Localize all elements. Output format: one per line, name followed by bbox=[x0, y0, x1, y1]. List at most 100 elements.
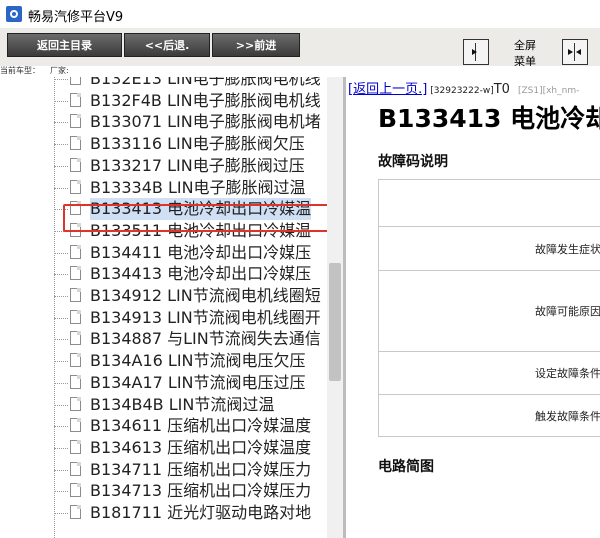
code-reference-secondary: [ZS1][xh_nm- bbox=[517, 86, 580, 96]
tree-connector bbox=[54, 100, 68, 102]
tree-connector bbox=[54, 187, 68, 189]
document-icon bbox=[70, 244, 81, 259]
tree-item-label: B134411 电池冷却出口冷媒压 bbox=[90, 242, 312, 262]
fault-row-set-condition: 设定故障条件 bbox=[378, 351, 600, 395]
tree-item-label: B181711 近光灯驱动电路对地 bbox=[90, 503, 312, 522]
tree-item-label: B133217 LIN电子膨胀阀过压 bbox=[90, 155, 305, 175]
tree-connector bbox=[54, 317, 68, 319]
tree-connector bbox=[54, 165, 68, 167]
document-icon bbox=[70, 461, 81, 476]
tree-item-label: B133071 LIN电子膨胀阀电机堵 bbox=[90, 112, 321, 132]
document-icon bbox=[70, 114, 81, 129]
fault-row-symptom: 故障发生症状 bbox=[378, 226, 600, 271]
tree-item-label: B134613 压缩机出口冷媒温度 bbox=[90, 437, 312, 457]
fault-row-blank bbox=[378, 179, 600, 227]
manufacturer-label: 厂家: bbox=[50, 66, 69, 75]
tree-item[interactable]: B134913 LIN节流阀电机线圈开 bbox=[54, 307, 343, 329]
tree-item-label: B134611 压缩机出口冷媒温度 bbox=[90, 416, 312, 436]
fault-code-tree[interactable]: B132E13 LIN电子膨胀阀电机线 B132F4B LIN电子膨胀阀电机线 B1… bbox=[0, 77, 343, 538]
document-icon bbox=[70, 374, 81, 389]
tree-item[interactable]: B181711 近光灯驱动电路对地 bbox=[54, 502, 343, 524]
toolbar: 返回主目录 <<后退. >>前进 全屏 菜单 bbox=[0, 28, 600, 68]
tree-item-label: B134912 LIN节流阀电机线圈短 bbox=[90, 286, 321, 305]
tree-item[interactable]: B132E13 LIN电子膨胀阀电机线 bbox=[54, 77, 343, 90]
tree-item[interactable]: B134912 LIN节流阀电机线圈短 bbox=[54, 285, 343, 307]
tree-item-label: B134711 压缩机出口冷媒压力 bbox=[90, 459, 312, 479]
tree-item-label: B132F4B LIN电子膨胀阀电机线 bbox=[90, 90, 321, 110]
tree-item[interactable]: B133217 LIN电子膨胀阀过压 bbox=[54, 155, 343, 177]
tree-item-label: B134A16 LIN节流阀电压欠压 bbox=[90, 351, 306, 371]
tree-item[interactable]: B134887 与LIN节流阀失去通信 bbox=[54, 328, 343, 350]
tree-item-label: B134413 电池冷却出口冷媒压 bbox=[90, 264, 312, 284]
expand-panel-icon bbox=[472, 43, 477, 61]
tree-scrollbar[interactable] bbox=[327, 77, 343, 538]
selection-highlight-box bbox=[63, 204, 336, 232]
fault-row-possible-cause: 故障可能原因 bbox=[378, 270, 600, 352]
back-to-main-button[interactable]: 返回主目录 bbox=[7, 33, 122, 57]
tree-connector bbox=[54, 144, 68, 146]
document-icon bbox=[70, 77, 81, 85]
tree-connector bbox=[54, 339, 68, 341]
forward-button[interactable]: >>前进 bbox=[212, 33, 300, 57]
fault-code-description-heading: 故障码说明 bbox=[378, 154, 448, 170]
tree-item-label: B134A17 LIN节流阀电压过压 bbox=[90, 372, 306, 392]
app-logo-icon bbox=[6, 6, 22, 22]
tree-item-label: B133116 LIN电子膨胀阀欠压 bbox=[90, 134, 305, 154]
tree-item[interactable]: B134B4B LIN节流阀过温 bbox=[54, 394, 343, 416]
tree-connector bbox=[54, 404, 68, 406]
document-icon bbox=[70, 92, 81, 107]
document-icon bbox=[70, 483, 81, 498]
tree-connector bbox=[54, 79, 68, 80]
code-t: T0 bbox=[493, 82, 510, 97]
tree-item[interactable]: B132F4B LIN电子膨胀阀电机线 bbox=[54, 90, 343, 112]
fault-info-table: 故障发生症状 故障可能原因 设定故障条件 触发故障条件 bbox=[378, 179, 600, 437]
tree-connector bbox=[54, 122, 68, 124]
document-icon bbox=[70, 505, 81, 519]
tree-item[interactable]: B13334B LIN电子膨胀阀过温 bbox=[54, 177, 343, 199]
document-icon bbox=[70, 309, 81, 324]
tree-item[interactable]: B134713 压缩机出口冷媒压力 bbox=[54, 480, 343, 502]
code-reference: [32923222-w] bbox=[430, 86, 494, 96]
tree-item-label: B134713 压缩机出口冷媒压力 bbox=[90, 481, 312, 501]
tree-item-label: B13334B LIN电子膨胀阀过温 bbox=[90, 177, 306, 197]
tree-item[interactable]: B134411 电池冷却出口冷媒压 bbox=[54, 242, 343, 264]
circuit-diagram-heading: 电路简图 bbox=[378, 459, 434, 475]
tree-item-label: B134887 与LIN节流阀失去通信 bbox=[90, 329, 321, 349]
tree-item-label: B132E13 LIN电子膨胀阀电机线 bbox=[90, 77, 321, 88]
tree-item[interactable]: B133071 LIN电子膨胀阀电机堵 bbox=[54, 111, 343, 133]
tree-item[interactable]: B134A16 LIN节流阀电压欠压 bbox=[54, 350, 343, 372]
tree-item-label: B134913 LIN节流阀电机线圈开 bbox=[90, 307, 321, 327]
tree-connector bbox=[54, 469, 68, 471]
detail-nav-line: [返回上一页.] [32923222-w]T0 [ZS1][xh_nm- bbox=[348, 78, 579, 97]
app-title: 畅易汽修平台V9 bbox=[28, 10, 124, 25]
expand-panel-button[interactable] bbox=[463, 39, 489, 65]
split-view-button[interactable] bbox=[562, 39, 588, 65]
title-bar: 畅易汽修平台V9 bbox=[0, 0, 600, 29]
tree-item[interactable]: B134A17 LIN节流阀电压过压 bbox=[54, 372, 343, 394]
tree-item[interactable]: B134611 压缩机出口冷媒温度 bbox=[54, 415, 343, 437]
fullscreen-label-line1: 全屏 bbox=[514, 39, 536, 52]
document-icon bbox=[70, 439, 81, 454]
tree-item[interactable]: B134613 压缩机出口冷媒温度 bbox=[54, 437, 343, 459]
document-icon bbox=[70, 266, 81, 281]
document-icon bbox=[70, 331, 81, 346]
document-icon bbox=[70, 288, 81, 302]
back-previous-page-link[interactable]: [返回上一页.] bbox=[348, 82, 427, 97]
tree-connector bbox=[54, 513, 68, 514]
tree-scrollbar-thumb[interactable] bbox=[329, 263, 341, 381]
document-icon bbox=[70, 396, 81, 411]
document-icon bbox=[70, 136, 81, 151]
tree-item[interactable]: B133116 LIN电子膨胀阀欠压 bbox=[54, 133, 343, 155]
document-icon bbox=[70, 179, 81, 194]
tree-item-label: B134B4B LIN节流阀过温 bbox=[90, 394, 275, 414]
tree-connector bbox=[54, 426, 68, 428]
page-title: B133413 电池冷却 bbox=[378, 104, 600, 133]
fault-row-trigger-condition: 触发故障条件 bbox=[378, 394, 600, 437]
back-button[interactable]: <<后退. bbox=[124, 33, 210, 57]
tree-connector bbox=[54, 296, 68, 297]
document-icon bbox=[70, 353, 81, 368]
tree-connector bbox=[54, 252, 68, 254]
car-model-label: 当前车型： bbox=[0, 66, 40, 75]
tree-item[interactable]: B134711 压缩机出口冷媒压力 bbox=[54, 459, 343, 481]
tree-item[interactable]: B134413 电池冷却出口冷媒压 bbox=[54, 263, 343, 285]
